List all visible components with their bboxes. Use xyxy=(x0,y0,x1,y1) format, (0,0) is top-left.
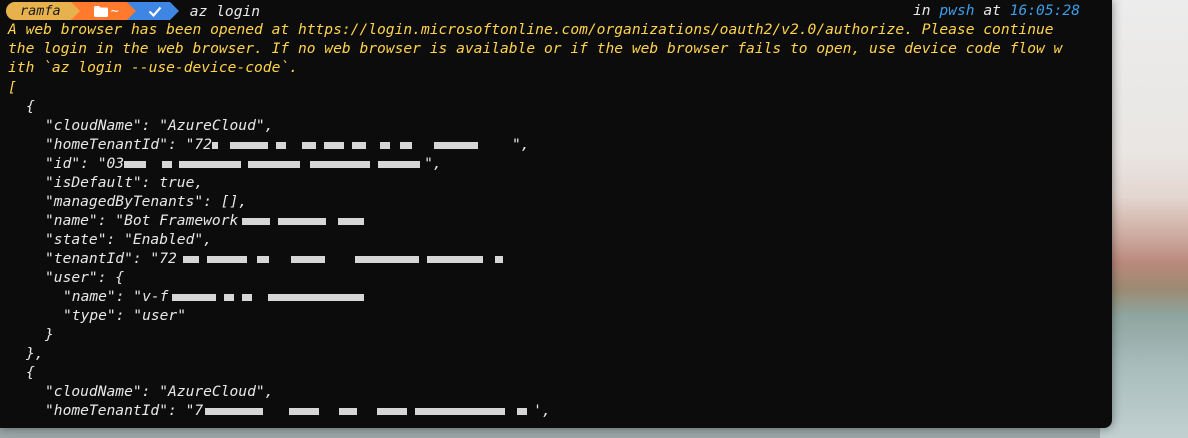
redacted-value xyxy=(203,405,533,417)
json-user-type: "type": "user" xyxy=(63,307,187,324)
json-user-open: "user": { xyxy=(45,269,125,286)
json-isdefault: "isDefault": true, xyxy=(45,174,204,191)
redacted-value xyxy=(124,158,424,170)
redacted-value xyxy=(211,139,512,151)
segment-separator xyxy=(169,2,179,20)
terminal-window[interactable]: ramfa ~ az login in pwsh at 16:05:28 A w… xyxy=(0,0,1112,428)
json-managedbytenants: "managedByTenants": [], xyxy=(45,193,248,210)
prompt-user: ramfa xyxy=(20,3,61,19)
json-hometenantid: "homeTenantId": "72 ", xyxy=(45,136,530,153)
json-hometenantid-text: "homeTenantId": "72 xyxy=(45,136,212,153)
json-id-text: "id": "03 xyxy=(45,155,125,172)
message-line: ith `az login --use-device-code`. xyxy=(8,59,298,76)
json-user-name: "name": "v-f xyxy=(63,287,378,306)
right-prompt: in pwsh at 16:05:28 xyxy=(913,2,1080,20)
prompt-command: az login xyxy=(189,2,261,20)
json-hometenantid-text: "homeTenantId": "7 xyxy=(45,402,204,419)
desktop-wallpaper xyxy=(1100,0,1188,438)
json-user-name-text: "name": "v-f xyxy=(63,288,169,305)
shell-prompt: ramfa ~ az login xyxy=(6,2,260,20)
prompt-user-segment: ramfa xyxy=(6,2,71,20)
json-brace: { xyxy=(26,364,35,381)
redacted-value xyxy=(177,253,507,265)
prompt-path: ~ xyxy=(110,3,119,19)
json-hometenantid: "homeTenantId": "7 ', xyxy=(45,402,551,419)
redacted-value xyxy=(238,215,368,227)
json-brace: { xyxy=(26,98,35,115)
json-user-close: } xyxy=(45,326,54,343)
terminal-output[interactable]: ramfa ~ az login in pwsh at 16:05:28 A w… xyxy=(0,0,1112,428)
check-icon xyxy=(148,6,162,17)
json-tenantid: "tenantId": "72 xyxy=(45,249,507,268)
json-id: "id": "03 ", xyxy=(45,155,442,172)
prompt-path-segment: ~ xyxy=(79,2,127,20)
json-name-text: "name": "Bot Framework xyxy=(45,212,239,229)
message-line: the login in the web browser. If no web … xyxy=(8,40,1063,57)
segment-separator xyxy=(70,2,80,20)
segment-separator xyxy=(126,2,136,20)
json-open-bracket: [ xyxy=(8,79,17,96)
right-prompt-shell: pwsh xyxy=(939,2,975,19)
folder-icon xyxy=(93,5,108,17)
right-prompt-time: 16:05:28 xyxy=(1009,2,1080,19)
right-prompt-in: in xyxy=(913,2,931,19)
message-line: A web browser has been opened at https:/… xyxy=(8,21,1054,38)
right-prompt-at: at xyxy=(983,2,1001,19)
json-name: "name": "Bot Framework xyxy=(45,211,368,230)
json-tenantid-text: "tenantId": "72 xyxy=(45,250,177,267)
json-state: "state": "Enabled", xyxy=(45,231,212,248)
redacted-value xyxy=(168,291,378,303)
json-cloudname: "cloudName": "AzureCloud", xyxy=(45,383,274,400)
json-cloudname: "cloudName": "AzureCloud", xyxy=(45,117,274,134)
prompt-git-segment xyxy=(135,2,170,20)
json-brace: }, xyxy=(26,345,44,362)
